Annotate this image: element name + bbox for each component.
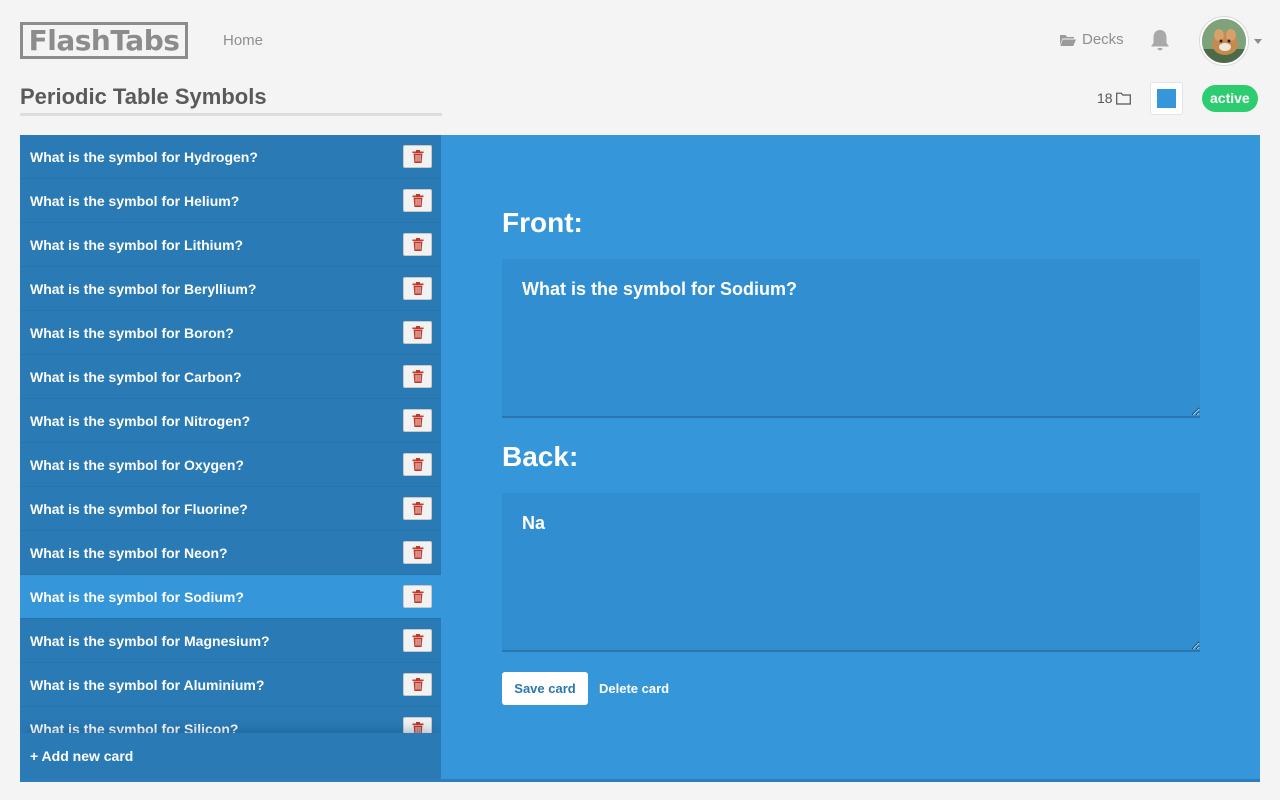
nav-decks-link[interactable]: Decks	[1060, 31, 1124, 48]
card-list-sidebar[interactable]: What is the symbol for Hydrogen? What is …	[20, 135, 441, 779]
logo[interactable]: FlashTabs	[20, 22, 188, 59]
delete-card-icon-button[interactable]	[403, 409, 432, 432]
card-list-item[interactable]: What is the symbol for Beryllium?	[20, 267, 441, 311]
trash-icon	[412, 458, 423, 471]
card-list-item[interactable]: What is the symbol for Fluorine?	[20, 487, 441, 531]
delete-card-icon-button[interactable]	[403, 585, 432, 608]
card-list-item[interactable]: What is the symbol for Oxygen?	[20, 443, 441, 487]
card-question-label: What is the symbol for Oxygen?	[30, 456, 244, 473]
delete-card-icon-button[interactable]	[403, 277, 432, 300]
nav-decks-label: Decks	[1082, 31, 1124, 48]
card-question-label: What is the symbol for Nitrogen?	[30, 412, 251, 429]
add-new-card-button[interactable]: + Add new card	[20, 733, 441, 779]
card-editor: Front: Back: Save card Delete card	[441, 135, 1260, 779]
card-actions: Save card Delete card	[502, 672, 1200, 705]
card-question-label: What is the symbol for Neon?	[30, 544, 228, 561]
card-question-label: What is the symbol for Boron?	[30, 324, 234, 341]
card-list-item[interactable]: What is the symbol for Aluminium?	[20, 663, 441, 707]
card-list-item[interactable]: What is the symbol for Sodium?	[20, 575, 441, 619]
trash-icon	[412, 502, 423, 515]
delete-card-icon-button[interactable]	[403, 629, 432, 652]
card-question-label: What is the symbol for Aluminium?	[30, 676, 265, 693]
trash-icon	[412, 678, 423, 691]
card-list-item[interactable]: What is the symbol for Carbon?	[20, 355, 441, 399]
folder-open-icon	[1060, 34, 1076, 46]
delete-card-button[interactable]: Delete card	[599, 681, 669, 696]
card-list-item[interactable]: What is the symbol for Neon?	[20, 531, 441, 575]
deck-color-swatch	[1157, 89, 1176, 108]
card-question-label: What is the symbol for Beryllium?	[30, 280, 257, 297]
delete-card-icon-button[interactable]	[403, 189, 432, 212]
front-textarea[interactable]	[502, 259, 1200, 418]
card-question-label: What is the symbol for Hydrogen?	[30, 148, 258, 165]
card-list-item[interactable]: What is the symbol for Boron?	[20, 311, 441, 355]
front-heading: Front:	[502, 207, 583, 238]
user-menu[interactable]	[1200, 17, 1262, 65]
avatar[interactable]	[1200, 17, 1248, 65]
card-question-label: What is the symbol for Sodium?	[30, 588, 244, 605]
card-list-item[interactable]: What is the symbol for Nitrogen?	[20, 399, 441, 443]
card-question-label: What is the symbol for Magnesium?	[30, 632, 270, 649]
avatar-image	[1202, 19, 1246, 63]
card-question-label: What is the symbol for Helium?	[30, 192, 240, 209]
trash-icon	[412, 546, 423, 559]
back-textarea[interactable]	[502, 493, 1200, 652]
nav-home-link[interactable]: Home	[223, 32, 263, 49]
card-list-item[interactable]: What is the symbol for Hydrogen?	[20, 135, 441, 179]
deck-color-picker[interactable]	[1150, 82, 1183, 115]
delete-card-icon-button[interactable]	[403, 673, 432, 696]
trash-icon	[412, 326, 423, 339]
trash-icon	[412, 370, 423, 383]
card-list-item[interactable]: What is the symbol for Magnesium?	[20, 619, 441, 663]
card-question-label: What is the symbol for Lithium?	[30, 236, 244, 253]
card-question-label: What is the symbol for Carbon?	[30, 368, 242, 385]
card-count: 18	[1097, 90, 1131, 106]
trash-icon	[412, 590, 423, 603]
card-list-item[interactable]: What is the symbol for Lithium?	[20, 223, 441, 267]
bell-icon[interactable]	[1149, 28, 1171, 52]
card-list: What is the symbol for Hydrogen? What is …	[20, 135, 441, 751]
save-card-button[interactable]: Save card	[502, 672, 588, 705]
trash-icon	[412, 282, 423, 295]
card-list-item[interactable]: What is the symbol for Helium?	[20, 179, 441, 223]
delete-card-icon-button[interactable]	[403, 321, 432, 344]
delete-card-icon-button[interactable]	[403, 497, 432, 520]
delete-card-icon-button[interactable]	[403, 145, 432, 168]
delete-card-icon-button[interactable]	[403, 541, 432, 564]
trash-icon	[412, 634, 423, 647]
back-heading: Back:	[502, 441, 579, 472]
trash-icon	[412, 238, 423, 251]
delete-card-icon-button[interactable]	[403, 233, 432, 256]
trash-icon	[412, 150, 423, 163]
caret-down-icon[interactable]	[1254, 38, 1262, 44]
trash-icon	[412, 194, 423, 207]
card-count-value: 18	[1097, 90, 1113, 106]
trash-icon	[412, 414, 423, 427]
delete-card-icon-button[interactable]	[403, 365, 432, 388]
deck-editor-panel: What is the symbol for Hydrogen? What is …	[20, 135, 1260, 782]
delete-card-icon-button[interactable]	[403, 453, 432, 476]
folder-icon	[1115, 92, 1131, 105]
deck-title: Periodic Table Symbols	[20, 84, 442, 116]
status-badge[interactable]: active	[1202, 85, 1258, 112]
card-question-label: What is the symbol for Fluorine?	[30, 500, 248, 517]
